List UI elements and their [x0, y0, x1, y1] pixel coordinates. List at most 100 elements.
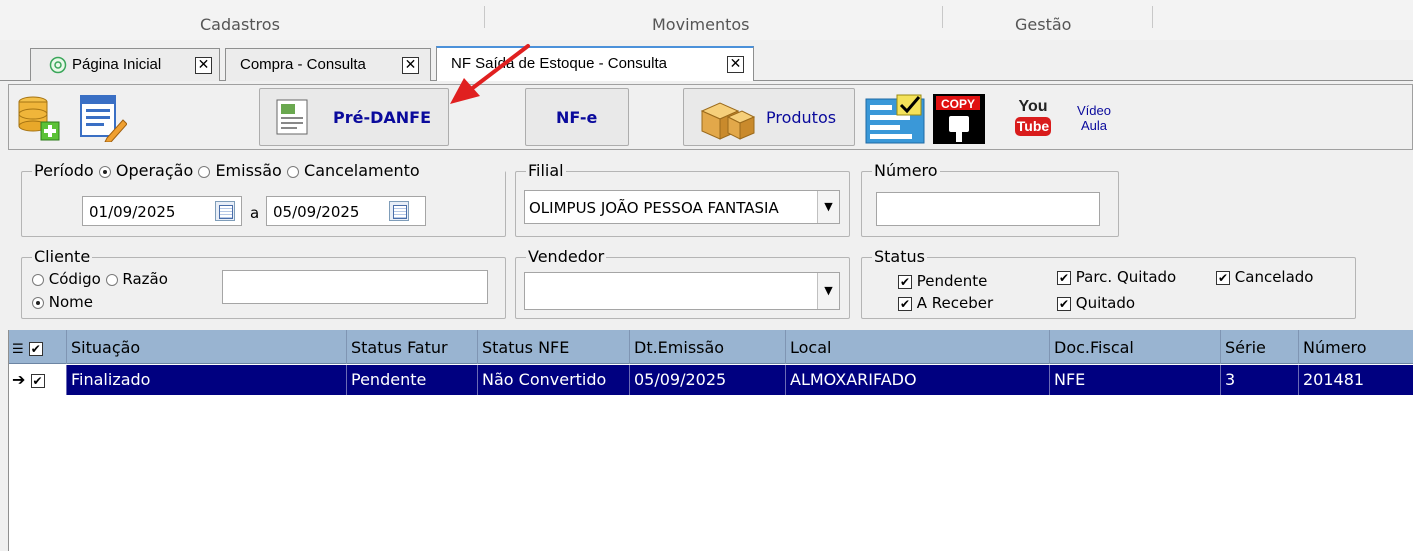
check-quitado[interactable]: ✔ Quitado [1057, 294, 1135, 312]
video-aula-link[interactable]: Vídeo Aula [1069, 103, 1119, 133]
chevron-down-icon[interactable]: ▼ [817, 191, 839, 223]
check-a-receber[interactable]: ✔ A Receber [898, 294, 993, 312]
cliente-legend: Cliente [32, 247, 93, 266]
col-doc-fiscal[interactable]: Doc.Fiscal [1050, 330, 1221, 364]
vendedor-select[interactable]: ▼ [524, 272, 840, 310]
vendedor-legend: Vendedor [526, 247, 607, 266]
calendar-icon[interactable] [389, 201, 409, 221]
copy-icon[interactable]: COPY [933, 94, 985, 144]
col-numero[interactable]: Número [1299, 330, 1413, 364]
annotation-arrow-icon [450, 44, 530, 104]
periodo-group: Período Operação Emissão Cancelamento 01… [21, 161, 506, 237]
radio-codigo-label: Código [48, 270, 101, 288]
close-tab-icon[interactable]: ✕ [195, 57, 212, 74]
checkbox-cancelado[interactable]: ✔ [1216, 270, 1230, 285]
radio-nome[interactable] [32, 296, 44, 309]
chevron-down-icon[interactable]: ▼ [817, 273, 839, 309]
menu-separator [484, 6, 485, 28]
filial-value: OLIMPUS JOÃO PESSOA FANTASIA [529, 199, 779, 217]
cell-status-fatur[interactable]: Pendente [347, 365, 478, 395]
youtube-tube: Tube [1015, 117, 1051, 136]
edit-list-icon[interactable] [79, 94, 127, 142]
col-status-nfe[interactable]: Status NFE [478, 330, 630, 364]
radio-operacao[interactable] [98, 165, 111, 178]
vendedor-group: Vendedor ▼ [515, 247, 850, 319]
top-menu-bar: Cadastros Movimentos Gestão [0, 0, 1413, 40]
close-tab-icon[interactable]: ✕ [727, 56, 744, 73]
cliente-radio-row-2: Nome [32, 293, 93, 311]
row-checkbox[interactable]: ✔ [30, 373, 45, 388]
radio-emissao[interactable] [198, 165, 211, 178]
radio-emissao-label: Emissão [215, 161, 282, 180]
periodo-legend: Período [34, 161, 94, 180]
tab-strip: Página Inicial ✕ Compra - Consulta ✕ NF … [0, 40, 1413, 81]
date-separator: a [250, 204, 260, 222]
home-gear-icon [49, 56, 67, 74]
menu-separator [1152, 6, 1153, 28]
radio-cancelamento[interactable] [286, 165, 299, 178]
filial-legend: Filial [526, 161, 566, 180]
table-row[interactable]: ➔ ✔ Finalizado Pendente Não Convertido 0… [9, 365, 1413, 395]
menu-cadastros[interactable]: Cadastros [200, 15, 280, 34]
radio-operacao-label: Operação [115, 161, 194, 180]
menu-movimentos[interactable]: Movimentos [652, 15, 749, 34]
checkbox-parc-quitado[interactable]: ✔ [1057, 270, 1071, 285]
date-to-input[interactable]: 05/09/2025 [266, 196, 426, 226]
tab-pagina-inicial[interactable]: Página Inicial ✕ [30, 48, 220, 81]
cliente-input[interactable] [222, 270, 488, 304]
radio-codigo[interactable] [32, 273, 44, 286]
cell-situacao[interactable]: Finalizado [67, 365, 347, 395]
youtube-icon[interactable]: You Tube [1015, 99, 1051, 139]
date-from-input[interactable]: 01/09/2025 [82, 196, 242, 226]
numero-group: Número [861, 161, 1119, 237]
tab-compra-consulta[interactable]: Compra - Consulta ✕ [225, 48, 431, 81]
pre-danfe-button[interactable]: Pré-DANFE [259, 88, 449, 146]
grid-header-select[interactable]: ☰ ✔ [9, 330, 67, 364]
check-pendente[interactable]: ✔ Pendente [898, 272, 987, 290]
copy-text: COPY [941, 97, 975, 111]
cliente-radio-row: Código Razão [32, 270, 168, 288]
checklist-form-icon[interactable] [865, 93, 927, 145]
nfe-button[interactable]: NF-e [525, 88, 629, 146]
radio-razao[interactable] [105, 273, 118, 286]
check-cancelado[interactable]: ✔ Cancelado [1216, 268, 1314, 286]
col-local[interactable]: Local [786, 330, 1050, 364]
checkbox-pendente[interactable]: ✔ [898, 274, 912, 289]
col-status-fatur[interactable]: Status Fatur [347, 330, 478, 364]
numero-input[interactable] [876, 192, 1100, 226]
select-all-checkbox[interactable]: ✔ [28, 341, 43, 356]
row-pointer-icon: ➔ [12, 370, 26, 389]
menu-lines-icon[interactable]: ☰ [12, 342, 24, 357]
check-parc-quitado[interactable]: ✔ Parc. Quitado [1057, 268, 1176, 286]
produtos-button[interactable]: Produtos [683, 88, 855, 146]
numero-legend: Número [872, 161, 940, 180]
col-dt-emissao[interactable]: Dt.Emissão [630, 330, 786, 364]
check-cancelado-label: Cancelado [1234, 268, 1314, 286]
row-indicator[interactable]: ➔ ✔ [9, 365, 67, 395]
filial-select[interactable]: OLIMPUS JOÃO PESSOA FANTASIA ▼ [524, 190, 840, 224]
checkbox-a-receber[interactable]: ✔ [898, 296, 912, 311]
col-serie[interactable]: Série [1221, 330, 1299, 364]
pre-danfe-label: Pré-DANFE [333, 108, 432, 127]
cell-status-nfe[interactable]: Não Convertido [478, 365, 630, 395]
produtos-label: Produtos [766, 108, 837, 127]
col-situacao[interactable]: Situação [67, 330, 347, 364]
checkbox-quitado[interactable]: ✔ [1057, 296, 1071, 311]
tab-label: Página Inicial [72, 56, 162, 73]
aula-label: Aula [1080, 118, 1108, 133]
grid-header: ☰ ✔ Situação Status Fatur Status NFE Dt.… [9, 330, 1413, 364]
cell-local[interactable]: ALMOXARIFADO [786, 365, 1050, 395]
calendar-icon[interactable] [215, 201, 235, 221]
menu-gestao[interactable]: Gestão [1015, 15, 1071, 34]
toolbar: Pré-DANFE NF-e Produtos COPY You Tube Ví… [8, 84, 1413, 150]
cell-numero[interactable]: 201481 [1299, 365, 1413, 395]
cell-serie[interactable]: 3 [1221, 365, 1299, 395]
date-to-value: 05/09/2025 [273, 203, 360, 221]
cell-doc-fiscal[interactable]: NFE [1050, 365, 1221, 395]
database-add-icon[interactable] [15, 94, 63, 142]
cell-dt-emissao[interactable]: 05/09/2025 [630, 365, 786, 395]
check-a-receber-label: A Receber [916, 294, 994, 312]
close-tab-icon[interactable]: ✕ [402, 57, 419, 74]
periodo-legend-row: Período Operação Emissão Cancelamento [32, 161, 505, 180]
radio-cancelamento-label: Cancelamento [304, 161, 420, 180]
